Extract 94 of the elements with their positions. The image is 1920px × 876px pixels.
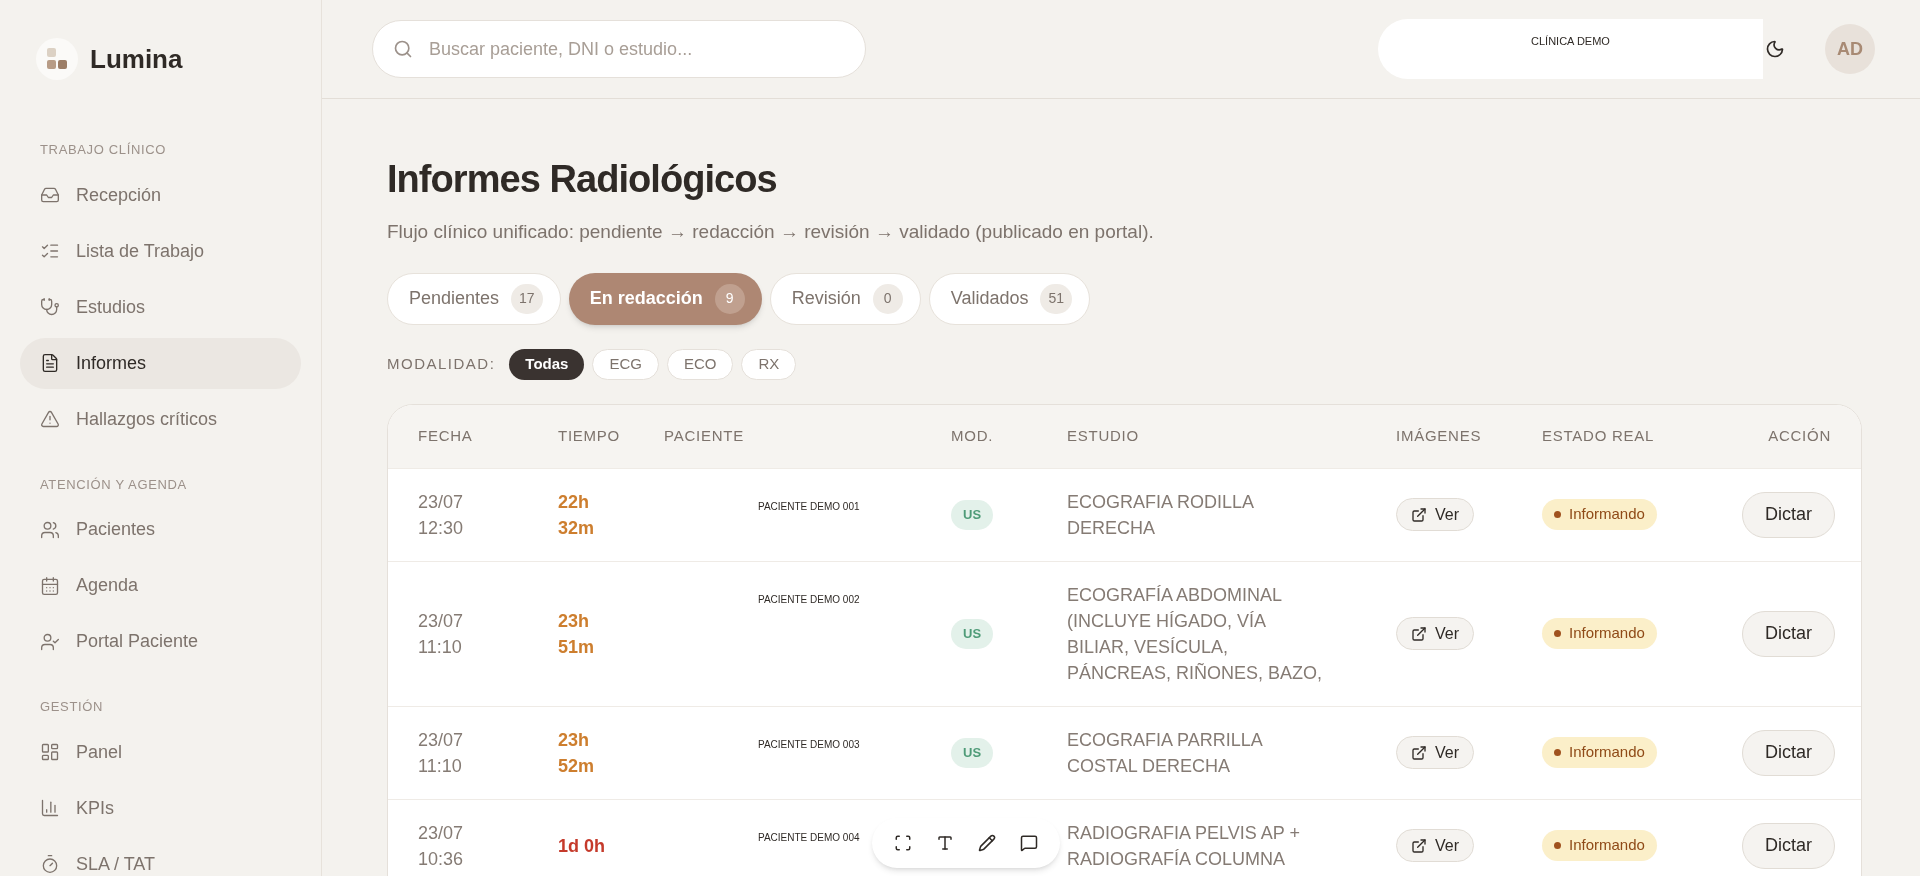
search-icon xyxy=(393,39,413,59)
patient-name: PACIENTE DEMO 002 xyxy=(758,593,860,605)
dashboard-icon xyxy=(40,742,60,762)
section-heading: GESTIÓN xyxy=(39,698,105,716)
external-link-icon xyxy=(1411,744,1427,761)
modality-badge: US xyxy=(951,618,994,649)
patient-name: PACIENTE DEMO 001 xyxy=(758,500,860,512)
pencil-icon[interactable] xyxy=(978,834,996,852)
status-tab[interactable]: Pendientes 17 xyxy=(387,272,561,325)
moon-icon[interactable] xyxy=(1765,39,1785,59)
column-header: ESTADO REAL xyxy=(1542,425,1656,446)
comment-icon[interactable] xyxy=(1020,834,1038,852)
nav-item[interactable]: Portal Paciente xyxy=(20,616,301,667)
user-avatar[interactable]: AD xyxy=(1825,24,1875,74)
view-images-button[interactable]: Ver xyxy=(1396,617,1474,650)
nav-item[interactable]: Hallazgos críticos xyxy=(20,393,301,445)
inbox-icon xyxy=(40,185,60,205)
date-cell-text: 23/07 10:36 xyxy=(418,821,465,871)
calendar-icon xyxy=(40,575,60,596)
count-badge: 51 xyxy=(1040,283,1073,314)
count-badge: 9 xyxy=(714,283,745,314)
text-icon[interactable] xyxy=(936,834,954,852)
nav-item[interactable]: Recepción xyxy=(20,169,301,221)
nav-item[interactable]: KPIs xyxy=(20,782,301,834)
count-badge: 17 xyxy=(511,283,543,314)
date-cell-text: 23/07 11:10 xyxy=(418,728,465,778)
warning-icon xyxy=(40,409,60,429)
section-heading: TRABAJO CLÍNICO xyxy=(39,141,168,159)
elapsed-time: 22h 32m xyxy=(558,490,596,540)
user-check-icon xyxy=(40,631,60,652)
document-icon xyxy=(40,353,60,373)
logo-icon xyxy=(36,38,78,80)
column-header: PACIENTE xyxy=(664,425,745,446)
column-header: ESTUDIO xyxy=(1067,425,1140,446)
column-header: TIEMPO xyxy=(558,425,621,446)
column-header: IMÁGENES xyxy=(1396,425,1483,446)
status-badge: Informando xyxy=(1542,499,1657,530)
column-header: ACCIÓN xyxy=(1768,425,1831,446)
column-header: FECHA xyxy=(418,425,474,446)
study-name: ECOGRAFÍA ABDOMINAL (INCLUYE HÍGADO, VÍA BILIAR, VESÍCULA, PÁNCREAS, RIÑONES, BAZO, xyxy=(1067,583,1324,685)
dictate-button[interactable]: Dictar xyxy=(1742,491,1835,538)
status-badge: Informando xyxy=(1542,830,1657,861)
status-tab[interactable]: Validados 51 xyxy=(928,272,1091,325)
date-cell-text: 23/07 11:10 xyxy=(418,609,465,659)
filter-chip[interactable]: ECO xyxy=(666,348,734,380)
dictate-button[interactable]: Dictar xyxy=(1742,822,1835,869)
users-icon xyxy=(40,519,60,540)
count-badge: 0 xyxy=(872,283,903,314)
modality-badge: US xyxy=(951,499,994,530)
patient-name: PACIENTE DEMO 003 xyxy=(758,738,860,750)
filter-label: MODALIDAD: xyxy=(387,353,496,374)
view-images-button[interactable]: Ver xyxy=(1396,498,1474,531)
status-tab[interactable]: Revisión 0 xyxy=(769,272,921,325)
filter-chip[interactable]: RX xyxy=(741,348,797,380)
nav-item[interactable]: Panel xyxy=(20,726,301,778)
brand-name: Lumina xyxy=(90,42,183,76)
study-name: ECOGRAFIA PARRILLA COSTAL DERECHA xyxy=(1067,728,1264,778)
bar-chart-icon xyxy=(40,798,60,818)
view-images-button[interactable]: Ver xyxy=(1396,829,1474,862)
status-badge: Informando xyxy=(1542,618,1657,649)
study-name: RADIOGRAFIA PELVIS AP + RADIOGRAFÍA COLUMNA xyxy=(1067,821,1301,871)
page-subtitle: Flujo clínico unificado: pendiente → redacción → revisión → validado (publicado en portal). xyxy=(387,220,1155,244)
filter-chip[interactable]: Todas xyxy=(509,348,585,380)
elapsed-time: 1d 0h xyxy=(558,834,606,858)
section-heading: ATENCIÓN Y AGENDA xyxy=(39,475,188,494)
patient-name: PACIENTE DEMO 004 xyxy=(758,831,860,843)
view-images-button[interactable]: Ver xyxy=(1396,736,1474,769)
elapsed-time: 23h 52m xyxy=(558,728,596,778)
external-link-icon xyxy=(1411,625,1427,642)
external-link-icon xyxy=(1411,837,1427,854)
search-input[interactable]: Buscar paciente, DNI o estudio... xyxy=(429,35,845,63)
modality-badge: US xyxy=(951,737,994,768)
elapsed-time: 23h 51m xyxy=(558,609,596,659)
dictate-button[interactable]: Dictar xyxy=(1742,610,1835,657)
stethoscope-icon xyxy=(40,297,60,317)
nav-item[interactable]: Lista de Trabajo xyxy=(20,225,301,277)
frame-icon[interactable] xyxy=(894,834,912,852)
search-bar[interactable]: Buscar paciente, DNI o estudio... xyxy=(372,20,866,78)
nav-item[interactable]: Agenda xyxy=(20,560,301,611)
external-link-icon xyxy=(1411,506,1427,523)
study-name: ECOGRAFIA RODILLA DERECHA xyxy=(1067,490,1255,540)
status-tab[interactable]: En redacción 9 xyxy=(568,272,762,325)
column-header: MOD. xyxy=(951,425,995,446)
nav-item[interactable]: Informes xyxy=(20,337,301,389)
status-badge: Informando xyxy=(1542,737,1657,768)
filter-chip[interactable]: ECG xyxy=(592,348,659,380)
page-title: Informes Radiológicos xyxy=(387,157,778,202)
nav-item[interactable]: SLA / TAT xyxy=(20,838,301,876)
dictate-button[interactable]: Dictar xyxy=(1742,729,1835,776)
timer-icon xyxy=(40,854,60,874)
date-cell-text: 23/07 12:30 xyxy=(418,490,465,540)
nav-item[interactable]: Estudios xyxy=(20,281,301,333)
clinic-banner: CLÍNICA DEMO xyxy=(1378,19,1763,79)
nav-item[interactable]: Pacientes xyxy=(20,504,301,555)
